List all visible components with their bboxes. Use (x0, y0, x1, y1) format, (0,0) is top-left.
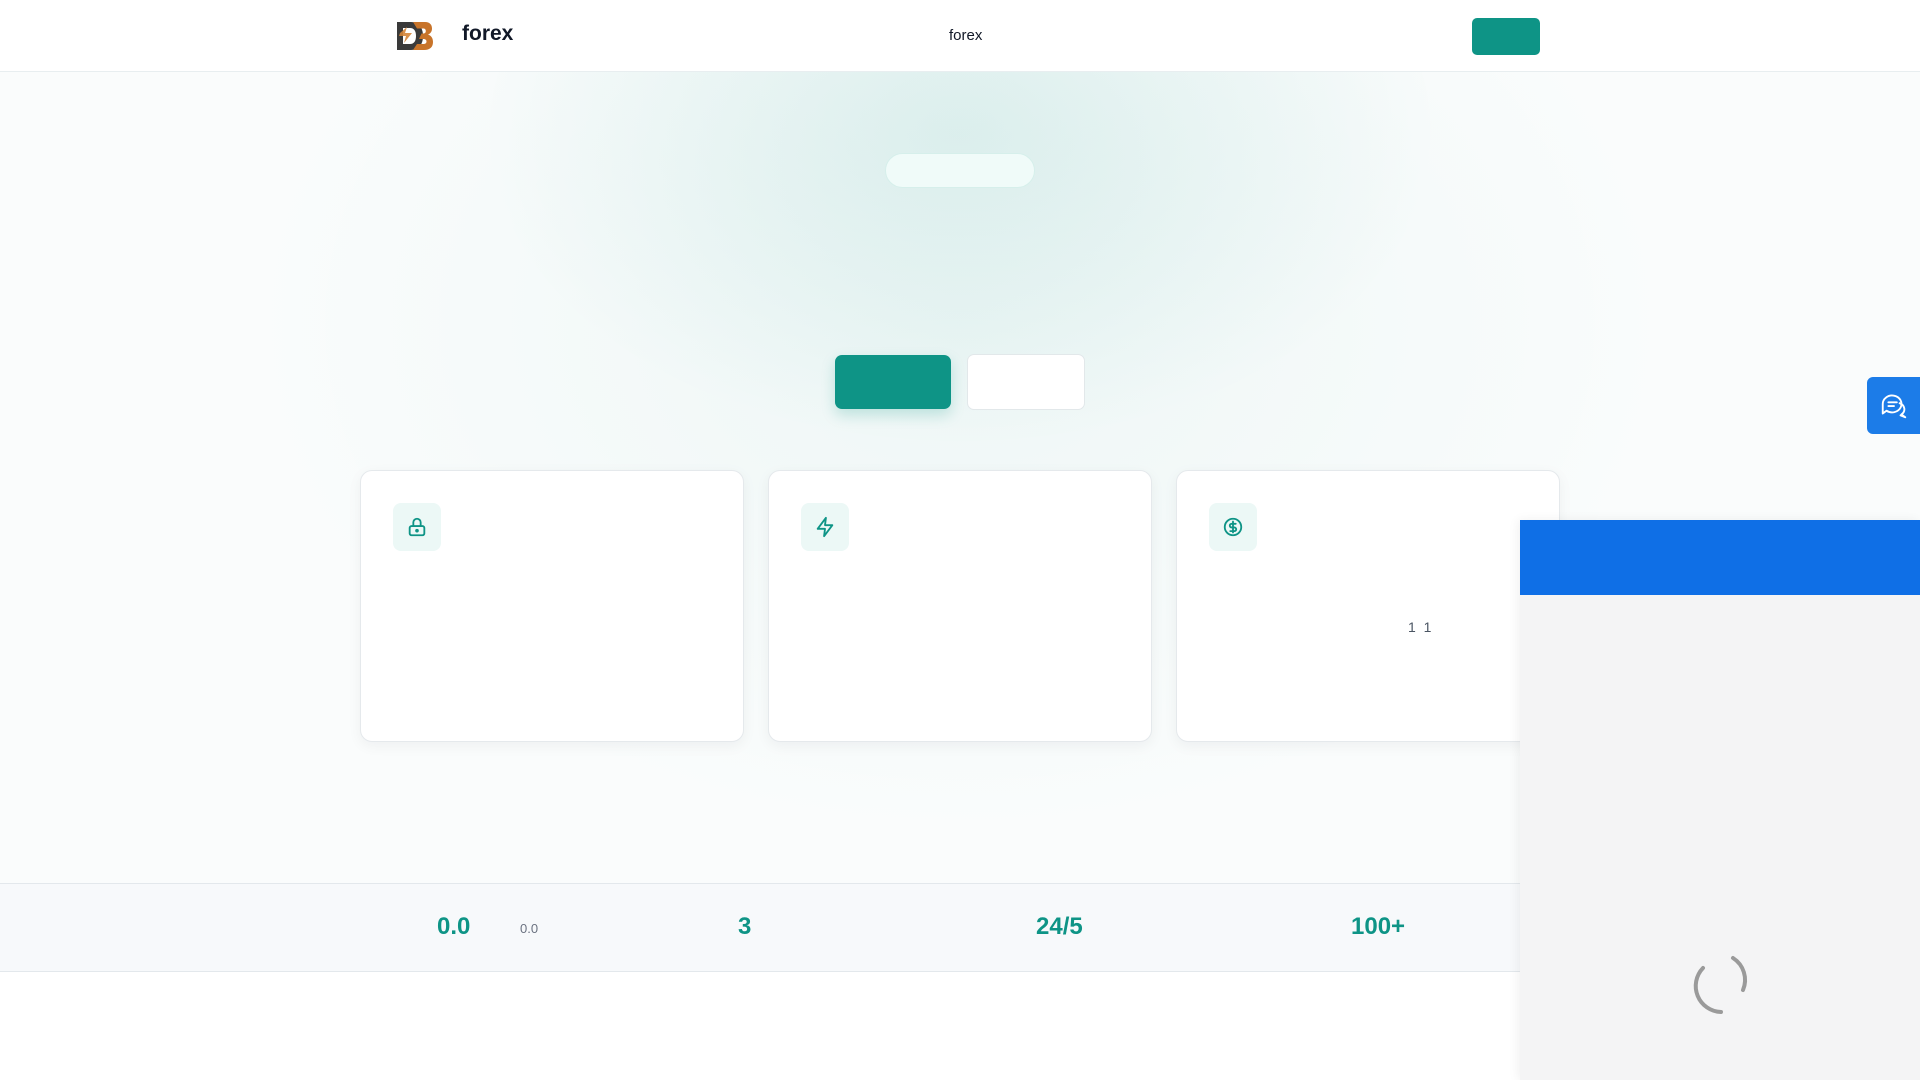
lock-icon (393, 503, 441, 551)
stat-sub-value: 0.0 (520, 921, 539, 936)
chat-launcher-button[interactable] (1867, 377, 1920, 434)
feature-card-speed (768, 470, 1152, 742)
site-header: forex forex (0, 0, 1920, 72)
primary-cta-button[interactable] (835, 355, 951, 409)
stat-value: 100+ (1351, 913, 1406, 940)
hero-badge (885, 153, 1035, 188)
lightning-icon (801, 503, 849, 551)
nav-link-forex[interactable]: forex (949, 27, 982, 44)
feature-card-security (360, 470, 744, 742)
header-action-button[interactable] (1472, 18, 1540, 55)
stat-value: 24/5 (1036, 913, 1083, 940)
secondary-cta-button[interactable] (967, 354, 1085, 410)
brand-logo-icon[interactable] (395, 19, 433, 53)
feature-card-note: 1 1 (1408, 619, 1434, 635)
chat-bubbles-icon (1881, 394, 1906, 418)
chat-panel-header (1520, 520, 1920, 595)
stat-value: 0.0 (437, 913, 471, 940)
loading-spinner-icon (1693, 956, 1747, 1014)
page: forex forex 1 1 0.0 0.0 3 24/5 100+ (0, 0, 1920, 1080)
stat-value: 3 (738, 913, 752, 940)
feature-card-pricing: 1 1 (1176, 470, 1560, 742)
brand-name[interactable]: forex (462, 22, 513, 46)
dollar-icon (1209, 503, 1257, 551)
